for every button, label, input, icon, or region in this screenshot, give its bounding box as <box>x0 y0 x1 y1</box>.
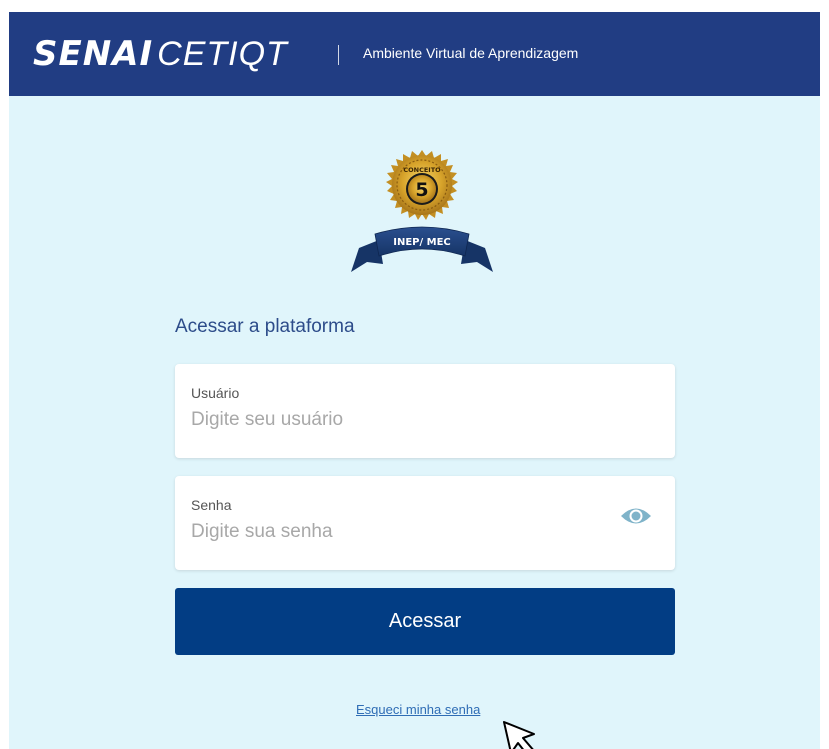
brand-logo-bold: SENAI <box>33 34 154 74</box>
seal-grade: 5 <box>415 179 428 201</box>
login-page: SENAI CETIQT Ambiente Virtual de Aprendi… <box>9 12 820 749</box>
inep-mec-seal: CONCEITO 5 INEP/ MEC <box>351 150 493 272</box>
header-bar: SENAI CETIQT Ambiente Virtual de Aprendi… <box>9 12 820 96</box>
form-title: Acessar a plataforma <box>175 316 355 337</box>
password-field[interactable]: Senha <box>175 476 675 570</box>
password-label: Senha <box>191 497 232 513</box>
username-input[interactable] <box>189 406 613 434</box>
username-label: Usuário <box>191 385 240 401</box>
username-field[interactable]: Usuário <box>175 364 675 458</box>
forgot-password-link[interactable]: Esqueci minha senha <box>356 702 480 717</box>
brand-logo-light: CETIQT <box>157 35 288 73</box>
brand-logo: SENAI CETIQT <box>33 34 288 74</box>
seal-ribbon-text: INEP/ MEC <box>393 237 451 248</box>
header-subtitle: Ambiente Virtual de Aprendizagem <box>363 45 579 61</box>
eye-icon[interactable] <box>620 505 652 527</box>
seal-top-text: CONCEITO <box>403 166 441 174</box>
header-divider <box>338 45 339 65</box>
login-button[interactable]: Acessar <box>175 588 675 655</box>
seal-ribbon <box>351 226 493 272</box>
mouse-pointer-icon <box>503 721 535 749</box>
password-input[interactable] <box>189 518 613 546</box>
